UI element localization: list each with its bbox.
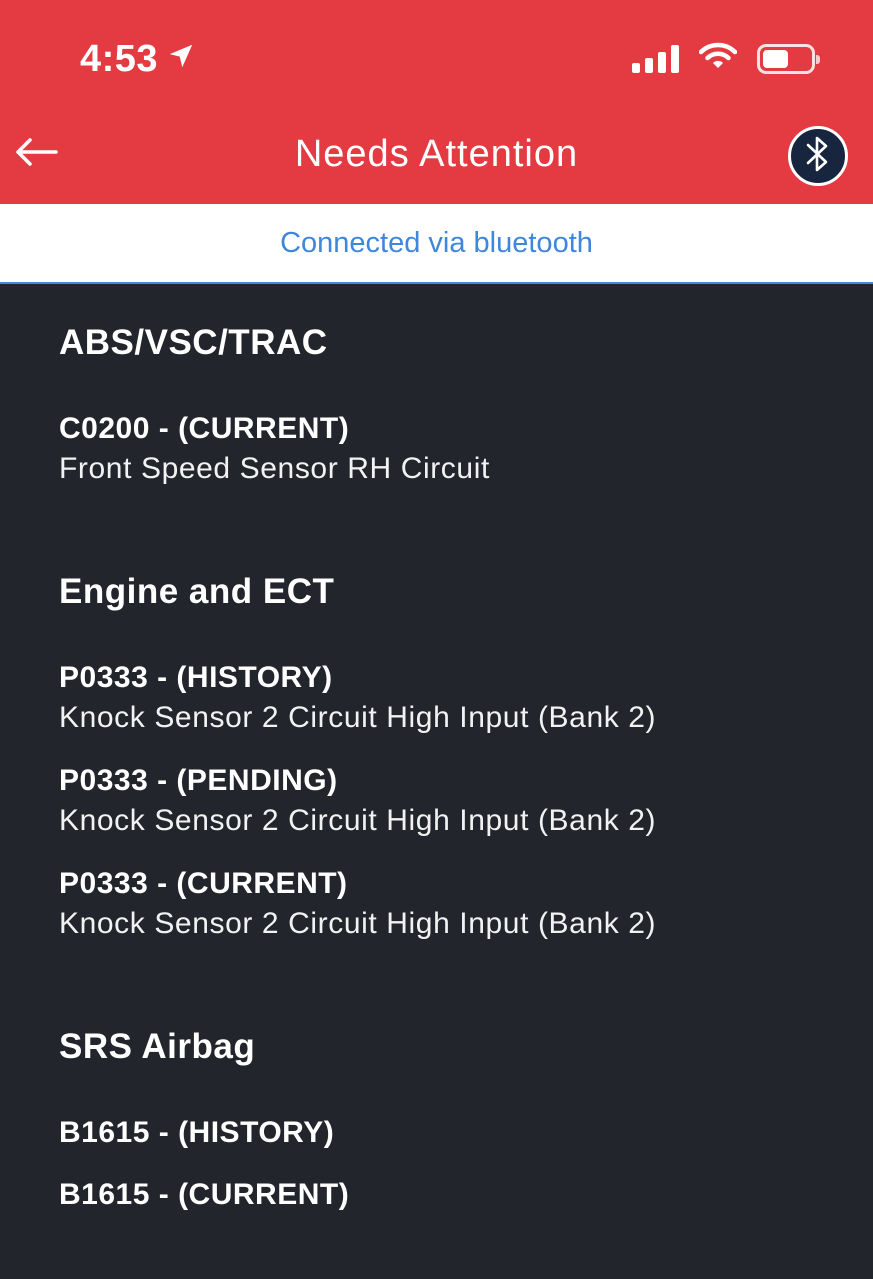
location-arrow-icon (166, 38, 196, 81)
code-b1615-history: B1615 - (HISTORY) (59, 1116, 335, 1149)
battery-icon (757, 43, 820, 74)
code-description: Front Speed Sensor RH Circuit (59, 452, 490, 485)
wifi-icon (698, 42, 738, 75)
page-title: Needs Attention (294, 133, 579, 175)
section-title-srs: SRS Airbag (59, 1027, 256, 1066)
code-description: Knock Sensor 2 Circuit High Input (Bank … (59, 907, 657, 940)
section-title-abs: ABS/VSC/TRAC (59, 323, 328, 362)
status-time-text: 4:53 (80, 38, 159, 80)
battery-level (763, 49, 789, 68)
code-description: Knock Sensor 2 Circuit High Input (Bank … (59, 701, 657, 734)
code-b1615-current: B1615 - (CURRENT) (59, 1178, 350, 1211)
status-indicators (632, 42, 820, 75)
code-description: Knock Sensor 2 Circuit High Input (Bank … (59, 804, 657, 837)
code-p0333-current: P0333 - (CURRENT) (59, 867, 348, 900)
code-p0333-history: P0333 - (HISTORY) (59, 661, 333, 694)
section-title-engine: Engine and ECT (59, 572, 335, 611)
bluetooth-icon (805, 134, 831, 179)
app-header: 4:53 Needs Attention (0, 0, 873, 204)
status-time: 4:53 (80, 38, 196, 81)
code-p0333-pending: P0333 - (PENDING) (59, 764, 338, 797)
bluetooth-button[interactable] (788, 126, 848, 186)
cellular-signal-icon (632, 44, 679, 73)
connection-status-text: Connected via bluetooth (280, 226, 593, 259)
connection-status-bar: Connected via bluetooth (0, 204, 873, 284)
code-c0200-current: C0200 - (CURRENT) (59, 412, 350, 445)
